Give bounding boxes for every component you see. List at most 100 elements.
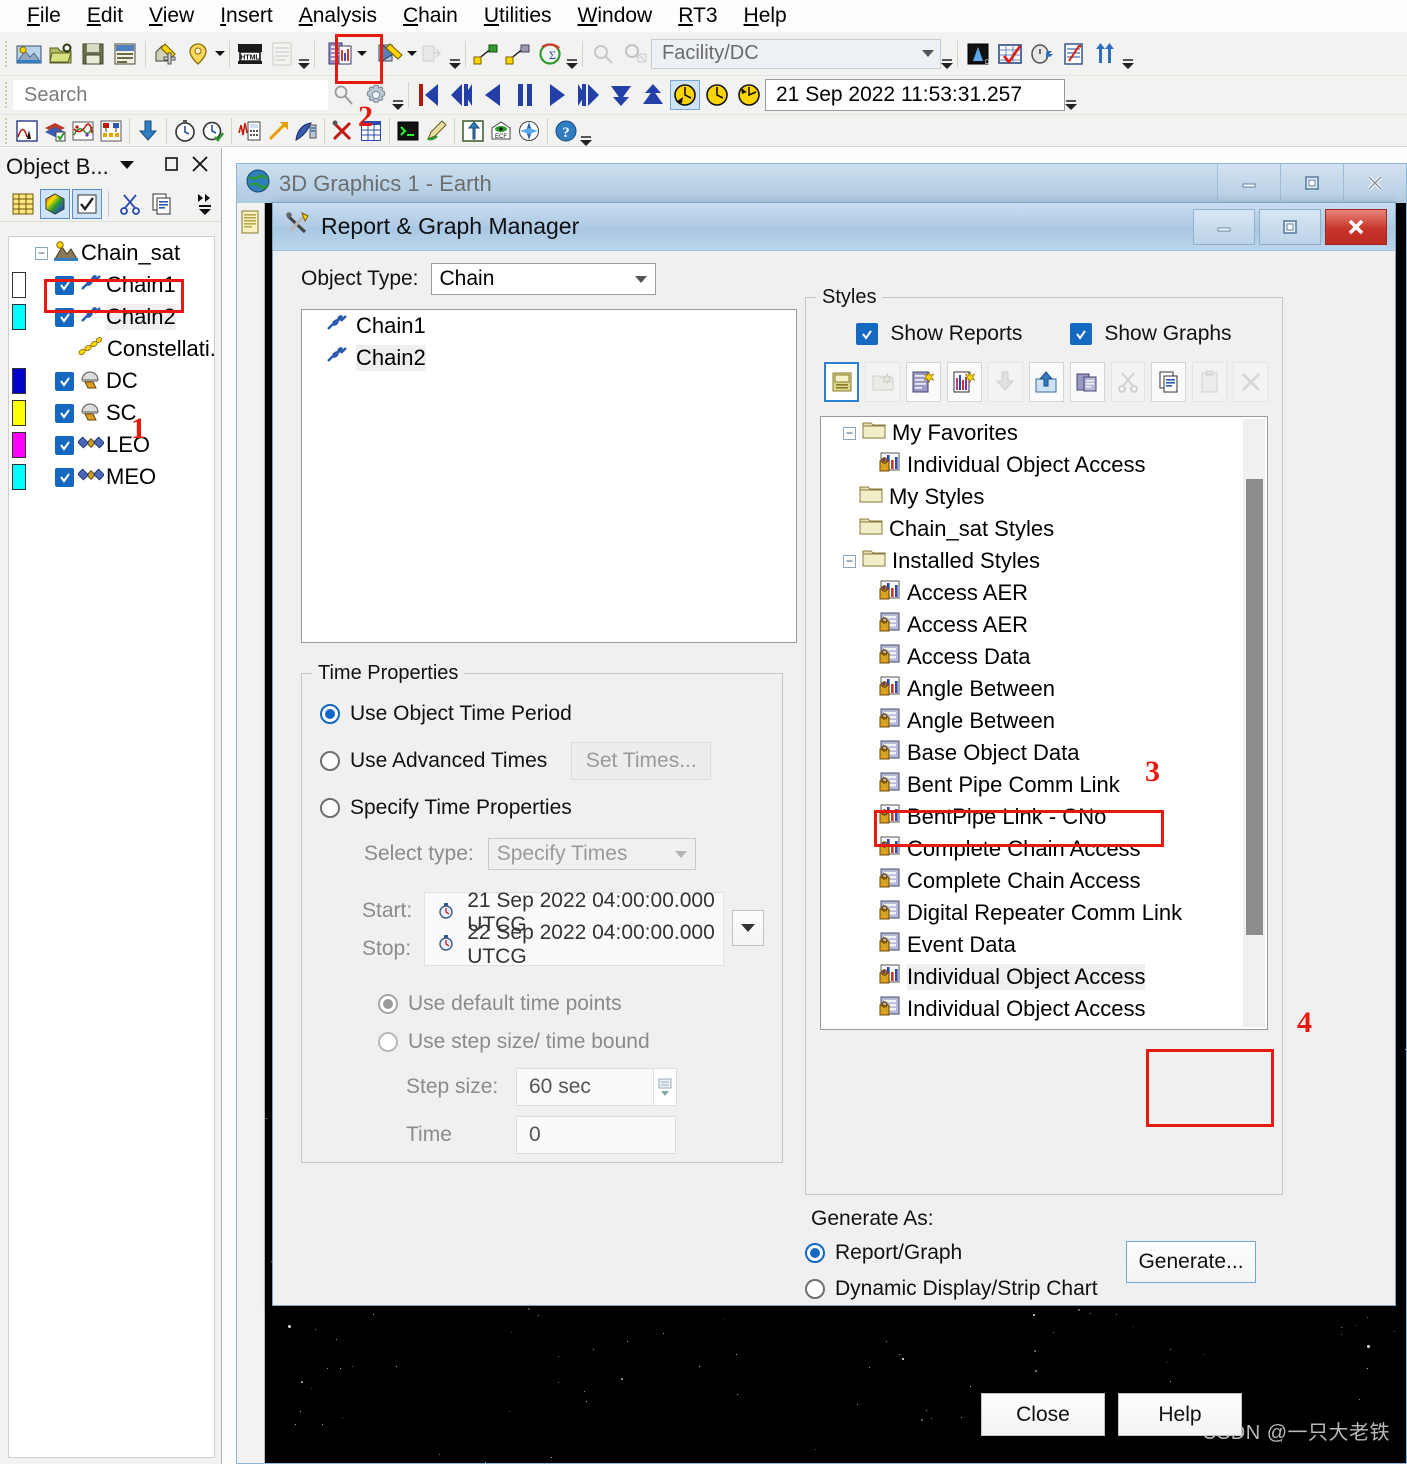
radio-icon[interactable] <box>320 798 340 818</box>
animation-time-field[interactable]: 21 Sep 2022 11:53:31.257 <box>765 79 1065 111</box>
menu-analysis[interactable]: Analysis <box>286 2 390 30</box>
graphics-minimize-button[interactable] <box>1217 164 1280 201</box>
reset-to-start-icon[interactable] <box>414 80 444 110</box>
duplicate-style-icon[interactable] <box>1069 362 1105 402</box>
toolbar-overflow-1[interactable] <box>298 39 310 69</box>
styles-item-graph[interactable]: Angle Between <box>821 673 1243 705</box>
toolbar-overflow-5[interactable] <box>1122 39 1134 69</box>
tree-item-chain1[interactable]: Chain1 <box>9 269 214 301</box>
styles-item-report[interactable]: Digital Repeater Comm Link <box>821 897 1243 929</box>
styles-item-complete-chain-access-graph[interactable]: Complete Chain Access <box>821 833 1243 865</box>
visibility-checkbox[interactable] <box>55 275 74 295</box>
dialog-maximize-button[interactable] <box>1259 208 1321 245</box>
data-mining-icon[interactable]: DM <box>963 39 993 69</box>
close-button[interactable]: Close <box>981 1393 1105 1436</box>
radio-icon[interactable] <box>805 1279 825 1299</box>
graph-data-icon[interactable] <box>70 118 96 144</box>
visibility-checkbox[interactable] <box>55 403 74 423</box>
timeline-check-icon[interactable] <box>200 118 226 144</box>
object-list-icon[interactable] <box>8 189 38 219</box>
tree-item-leo[interactable]: LEO <box>9 429 214 461</box>
radio-use-object-time-period[interactable]: Use Object Time Period <box>320 702 764 726</box>
play-icon[interactable] <box>542 80 572 110</box>
visibility-checkbox[interactable] <box>55 467 74 487</box>
object-list[interactable]: Chain1 Chain2 <box>301 309 797 643</box>
scenario-properties-icon[interactable] <box>110 39 140 69</box>
styles-folder-chain-sat-styles[interactable]: Chain_sat Styles <box>821 513 1243 545</box>
color-wheel-icon[interactable] <box>40 188 70 219</box>
styles-item-report[interactable]: Bent Pipe Comm Link <box>821 769 1243 801</box>
pause-icon[interactable] <box>510 80 540 110</box>
report-arrow-icon[interactable] <box>1059 39 1089 69</box>
tree-item-meo[interactable]: MEO <box>9 461 214 493</box>
data-calculator-icon[interactable] <box>237 118 263 144</box>
tree-item-dc[interactable]: DC <box>9 365 214 397</box>
radio-icon[interactable] <box>320 751 340 771</box>
toolbar-overflow-8[interactable] <box>580 116 592 146</box>
expander-icon[interactable]: − <box>35 246 48 260</box>
increase-speed-icon[interactable] <box>638 80 668 110</box>
animation-clock-icon[interactable] <box>734 80 764 110</box>
export-door-icon[interactable] <box>460 118 486 144</box>
radio-icon[interactable] <box>805 1243 825 1263</box>
step-forward-icon[interactable] <box>574 80 604 110</box>
checkmark-toggle-icon[interactable] <box>72 188 102 219</box>
tools-icon[interactable] <box>330 118 356 144</box>
time-dropdown-button[interactable] <box>732 910 764 946</box>
menu-file[interactable]: FFileile <box>14 2 74 30</box>
list-item[interactable]: Chain2 <box>302 342 796 374</box>
antenna-icon[interactable] <box>293 118 319 144</box>
styles-item-report[interactable]: Base Object Data <box>821 737 1243 769</box>
styles-folder-my-favorites[interactable]: − My Favorites <box>821 417 1243 449</box>
export-style-icon[interactable] <box>1028 362 1064 402</box>
menu-chain[interactable]: Chain <box>390 2 471 30</box>
tree-item-chain2[interactable]: Chain2 <box>9 301 214 333</box>
save-style-icon[interactable] <box>824 362 860 402</box>
graphics-report-icon[interactable] <box>237 207 263 237</box>
realtime-clock-icon[interactable] <box>670 80 700 110</box>
facility-combo[interactable]: Facility/DC <box>651 38 941 69</box>
radio-dynamic-display[interactable]: Dynamic Display/Strip Chart <box>805 1277 1098 1301</box>
panel-menu-chevron-icon[interactable] <box>117 154 137 180</box>
dialog-minimize-button[interactable] <box>1193 208 1255 245</box>
compass-icon[interactable] <box>516 118 542 144</box>
step-back-icon[interactable] <box>446 80 476 110</box>
report-graph-dropdown-arrow[interactable] <box>357 51 367 56</box>
search-icon[interactable] <box>329 80 359 110</box>
chain-create-icon[interactable] <box>471 39 501 69</box>
styles-item-report[interactable]: Event Data <box>821 929 1243 961</box>
color-swatch[interactable] <box>12 304 26 330</box>
styles-scrollbar-thumb[interactable] <box>1246 479 1263 935</box>
scenario-layout-icon[interactable] <box>98 118 124 144</box>
styles-item-graph[interactable]: BentPipe Link - CNo <box>821 801 1243 833</box>
new-graph-style-icon[interactable] <box>946 362 982 402</box>
access-tool-icon[interactable] <box>375 39 405 69</box>
xrt-clock-icon[interactable] <box>702 80 732 110</box>
object-type-combo[interactable]: Chain <box>430 263 656 295</box>
open-scenario-icon[interactable] <box>46 39 76 69</box>
show-reports-checkbox[interactable] <box>856 323 879 345</box>
styles-item-report[interactable]: Individual Object Access <box>821 993 1243 1025</box>
copy-icon[interactable] <box>1151 362 1187 402</box>
styles-tree[interactable]: − My Favorites Individual Object Access … <box>820 416 1268 1030</box>
visibility-checkbox[interactable] <box>55 307 74 327</box>
color-swatch[interactable] <box>12 400 26 426</box>
toolbar-overflow-7[interactable] <box>1065 80 1077 110</box>
styles-folder-my-styles[interactable]: My Styles <box>821 481 1243 513</box>
aircraft-mission-icon[interactable] <box>14 118 40 144</box>
object-browser-tree[interactable]: − Chain_sat Chain1 Chain2 Constellati. D… <box>8 236 215 1458</box>
html-report-icon[interactable]: HTML <box>235 39 265 69</box>
play-back-icon[interactable] <box>478 80 508 110</box>
visibility-checkbox[interactable] <box>55 435 74 455</box>
radio-icon[interactable] <box>320 704 340 724</box>
tree-item-constellation[interactable]: Constellati... <box>9 333 214 365</box>
vector-arrow-icon[interactable] <box>265 118 291 144</box>
coverage-icon[interactable]: Σ <box>535 39 565 69</box>
tree-item-chain-sat[interactable]: − Chain_sat <box>9 237 214 269</box>
styles-item-graph[interactable]: Individual Object Access <box>821 961 1243 993</box>
styles-folder-installed-styles[interactable]: − Installed Styles <box>821 545 1243 577</box>
save-icon[interactable] <box>78 39 108 69</box>
decrease-speed-icon[interactable] <box>606 80 636 110</box>
help-icon[interactable]: ? <box>553 118 579 144</box>
edit-pencil-icon[interactable] <box>423 118 449 144</box>
